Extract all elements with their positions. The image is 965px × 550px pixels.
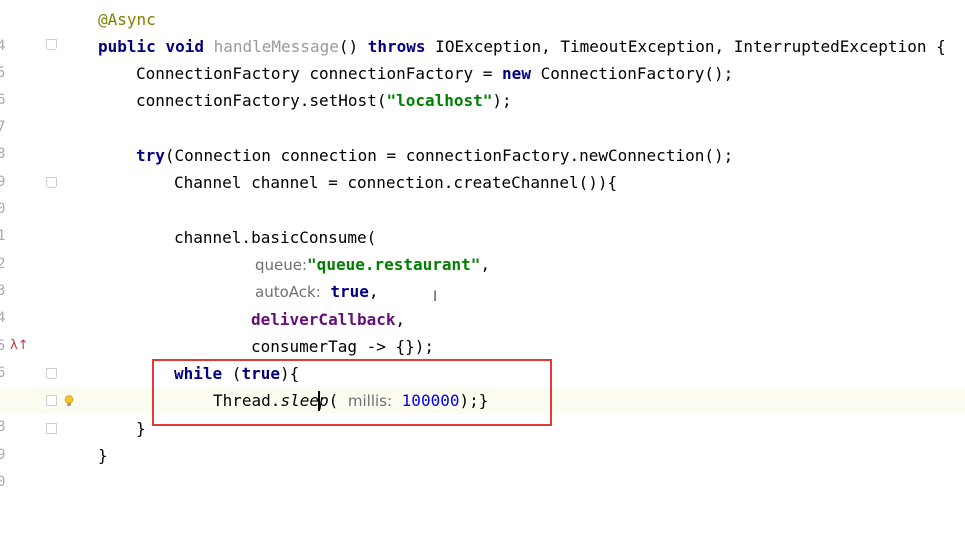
code-text: ); <box>492 91 512 110</box>
keyword: public <box>98 37 156 56</box>
keyword: new <box>502 64 531 83</box>
string-literal: "localhost" <box>386 91 493 110</box>
code-text: ConnectionFactory(); <box>530 64 734 83</box>
code-editor[interactable]: 4 @Async 5 public void handleMessage() t… <box>0 0 965 490</box>
code-text: Channel channel = connection.createChann… <box>174 173 618 192</box>
code-line[interactable]: 9 try(Connection connection = connection… <box>0 142 965 190</box>
code-text: channel.basicConsume( <box>174 228 377 247</box>
code-text: } <box>136 419 146 438</box>
code-line[interactable]: 6 ConnectionFactory connectionFactory = … <box>0 60 965 108</box>
code-line[interactable]: 1 <box>0 196 965 244</box>
keyword: true <box>330 282 369 301</box>
code-line[interactable]: 5 public void handleMessage() throws IOE… <box>0 33 965 81</box>
string-literal: "queue.restaurant" <box>307 255 481 274</box>
code-line[interactable]: 8 <box>0 114 965 162</box>
code-line[interactable]: 0 } <box>0 442 965 490</box>
fold-marker-icon[interactable] <box>46 395 57 406</box>
line-number: 0 <box>0 474 6 490</box>
keyword: void <box>165 37 204 56</box>
code-text: , <box>480 255 491 274</box>
code-line[interactable]: 0 Channel channel = connection.createCha… <box>0 169 965 217</box>
keyword: throws <box>367 37 426 56</box>
code-text: connectionFactory.setHost( <box>136 91 387 110</box>
override-marker-icon[interactable]: λ↑ <box>10 338 29 353</box>
keyword: try <box>136 146 165 165</box>
lightbulb-icon[interactable] <box>64 395 74 407</box>
field-reference: deliverCallback <box>251 310 396 329</box>
highlight-box <box>152 359 552 426</box>
code-text: consumerTag -> {}); <box>251 337 435 356</box>
code-line[interactable]: 2 channel.basicConsume( <box>0 224 965 272</box>
code-line[interactable]: 3 queue:"queue.restaurant", <box>0 251 965 299</box>
method-name: handleMessage <box>213 37 339 56</box>
parameter-hint: autoAck: <box>255 283 321 301</box>
fold-marker-icon[interactable] <box>46 423 57 434</box>
code-text: () <box>338 37 368 56</box>
fold-marker-icon[interactable] <box>46 368 57 379</box>
code-text: } <box>98 446 108 465</box>
fold-marker-icon[interactable] <box>46 177 57 188</box>
code-text: IOException, TimeoutException, Interrupt… <box>425 37 946 56</box>
code-text: (Connection connection = connectionFacto… <box>164 146 734 165</box>
annotation: @Async <box>98 10 156 29</box>
fold-marker-icon[interactable] <box>46 39 57 50</box>
code-line[interactable]: 5 deliverCallback, <box>0 306 965 354</box>
code-line[interactable]: 6 consumerTag -> {}); <box>0 333 965 381</box>
code-text: , <box>395 310 406 329</box>
mouse-ibeam-cursor: I <box>433 289 438 305</box>
code-text: ConnectionFactory connectionFactory = <box>136 64 503 83</box>
code-line[interactable]: 4 autoAck: true, <box>0 278 965 326</box>
code-line[interactable]: 4 @Async <box>0 6 965 54</box>
parameter-hint: queue: <box>255 256 308 274</box>
code-text: , <box>368 282 379 301</box>
code-line[interactable]: 7 connectionFactory.setHost("localhost")… <box>0 87 965 135</box>
